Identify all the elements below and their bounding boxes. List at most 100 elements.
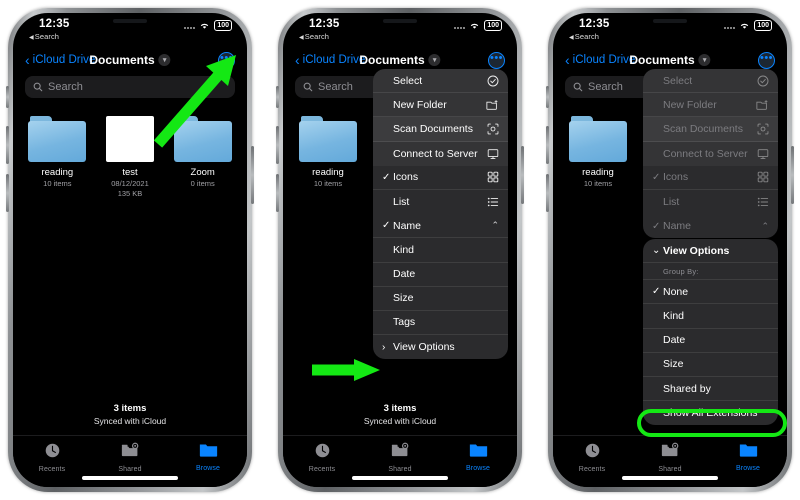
earpiece-speaker <box>653 19 687 23</box>
menu-label: Kind <box>663 309 685 322</box>
search-icon <box>33 82 43 92</box>
tab-browse[interactable]: Browse <box>169 442 247 472</box>
tab-label: Recents <box>578 466 606 473</box>
power-button[interactable] <box>521 146 524 204</box>
menu-group-view: ✓ Icons List <box>643 166 778 214</box>
menu-group-actions: Select New Folder Scan Documents Connect… <box>373 69 508 166</box>
menu-item-select[interactable]: Select <box>373 69 508 94</box>
file-item-reading[interactable]: reading 10 items <box>567 116 629 189</box>
submenu-item-shared-by[interactable]: Shared by <box>643 377 778 402</box>
volume-up-button[interactable] <box>546 126 549 164</box>
folder-icon <box>469 444 487 457</box>
tab-browse[interactable]: Browse <box>709 442 787 472</box>
wifi-icon <box>741 23 749 29</box>
menu-item-scan-documents[interactable]: Scan Documents <box>373 117 508 142</box>
menu-item-size[interactable]: Size <box>373 287 508 311</box>
silence-switch[interactable] <box>276 86 279 108</box>
menu-item-name[interactable]: ✓ Name ⌃ <box>643 214 778 238</box>
menu-item-new-folder[interactable]: New Folder <box>643 93 778 118</box>
submenu-item-size[interactable]: Size <box>643 353 778 377</box>
menu-item-connect-to-server[interactable]: Connect to Server <box>373 142 508 166</box>
volume-down-button[interactable] <box>546 174 549 212</box>
page-title-group[interactable]: Documents ▾ <box>89 53 171 67</box>
more-ellipsis-button[interactable]: ••• <box>218 51 235 69</box>
menu-item-select[interactable]: Select <box>643 69 778 94</box>
tab-recents[interactable]: Recents <box>553 442 631 473</box>
menu-item-list[interactable]: List <box>373 190 508 214</box>
file-item-reading[interactable]: reading 10 items <box>297 116 359 189</box>
file-item-zoom[interactable]: Zoom 0 items <box>172 116 233 199</box>
page-title-group[interactable]: Documents ▾ <box>629 53 711 67</box>
home-indicator[interactable] <box>352 476 448 480</box>
volume-up-button[interactable] <box>6 126 9 164</box>
status-back-to-app[interactable]: ◀Search <box>569 32 599 41</box>
nav-back-button[interactable]: ‹ iCloud Drive <box>565 53 635 67</box>
list-icon <box>756 196 769 209</box>
page-title-group[interactable]: Documents ▾ <box>359 53 441 67</box>
tab-recents[interactable]: Recents <box>13 442 91 473</box>
submenu-header-view-options[interactable]: ⌄ View Options <box>643 239 778 264</box>
silence-switch[interactable] <box>6 86 9 108</box>
menu-item-view-options[interactable]: › View Options <box>373 335 508 359</box>
clock-icon <box>585 443 599 458</box>
menu-item-tags[interactable]: Tags <box>373 311 508 336</box>
context-menu: Select New Folder Scan Documents Connect… <box>373 69 508 360</box>
more-ellipsis-button[interactable]: ••• <box>758 51 775 69</box>
folder-icon <box>173 116 232 162</box>
back-triangle-icon: ◀ <box>569 35 574 41</box>
monitor-icon <box>756 147 769 160</box>
tab-recents[interactable]: Recents <box>283 442 361 473</box>
tab-shared[interactable]: Shared <box>631 442 709 473</box>
menu-item-kind[interactable]: Kind <box>373 238 508 263</box>
volume-down-button[interactable] <box>276 174 279 212</box>
tab-browse[interactable]: Browse <box>439 442 517 472</box>
menu-label: Date <box>663 334 686 347</box>
status-right-cluster: 100 <box>454 20 502 31</box>
volume-up-button[interactable] <box>276 126 279 164</box>
folder-plus-icon <box>756 98 769 111</box>
menu-group-actions: Select New Folder Scan Documents Connect… <box>643 69 778 166</box>
power-button[interactable] <box>251 146 254 204</box>
submenu-item-date[interactable]: Date <box>643 329 778 353</box>
file-name: test <box>122 167 138 178</box>
more-ellipsis-button[interactable]: ••• <box>488 51 505 69</box>
menu-item-date[interactable]: Date <box>373 263 508 287</box>
file-subtitle: 08/12/2021 <box>111 179 149 188</box>
menu-item-new-folder[interactable]: New Folder <box>373 93 508 118</box>
search-input[interactable]: Search <box>25 76 235 98</box>
menu-item-icons[interactable]: ✓ Icons <box>643 166 778 190</box>
submenu-item-none[interactable]: ✓ None <box>643 280 778 305</box>
shared-folder-person-icon <box>121 442 138 457</box>
chevron-down-icon[interactable]: ▾ <box>428 54 441 66</box>
status-back-to-app[interactable]: ◀Search <box>29 32 59 41</box>
context-menu-dimmed: Select New Folder Scan Documents Connect… <box>643 69 778 239</box>
folder-icon <box>299 116 357 162</box>
submenu-item-kind[interactable]: Kind <box>643 304 778 329</box>
chevron-down-icon[interactable]: ▾ <box>158 54 171 66</box>
nav-back-button[interactable]: ‹ iCloud Drive <box>25 53 95 67</box>
tab-shared[interactable]: Shared <box>361 442 439 473</box>
power-button[interactable] <box>791 146 794 204</box>
nav-back-button[interactable]: ‹ iCloud Drive <box>295 53 365 67</box>
chevron-down-icon[interactable]: ▾ <box>698 54 711 66</box>
file-subtitle: 10 items <box>313 179 343 188</box>
menu-label: None <box>663 285 689 298</box>
menu-group-sort: ✓ Name ⌃ Kind Date Size Tags › View Options <box>373 214 508 359</box>
silence-switch[interactable] <box>546 86 549 108</box>
status-back-to-app[interactable]: ◀Search <box>299 32 329 41</box>
home-indicator[interactable] <box>622 476 718 480</box>
file-subtitle: 10 items <box>43 179 72 188</box>
menu-item-scan-documents[interactable]: Scan Documents <box>643 117 778 142</box>
volume-down-button[interactable] <box>6 174 9 212</box>
chevron-up-icon: ⌃ <box>491 220 499 231</box>
home-indicator[interactable] <box>82 476 178 480</box>
file-item-reading[interactable]: reading 10 items <box>27 116 88 199</box>
menu-item-name[interactable]: ✓ Name ⌃ <box>373 214 508 239</box>
file-item-test[interactable]: test 08/12/2021 135 KB <box>100 116 161 199</box>
menu-item-list[interactable]: List <box>643 190 778 214</box>
menu-item-icons[interactable]: ✓ Icons <box>373 166 508 190</box>
menu-item-connect-to-server[interactable]: Connect to Server <box>643 142 778 166</box>
checkmark-circle-icon <box>486 74 499 87</box>
document-icon <box>106 116 154 162</box>
tab-shared[interactable]: Shared <box>91 442 169 473</box>
